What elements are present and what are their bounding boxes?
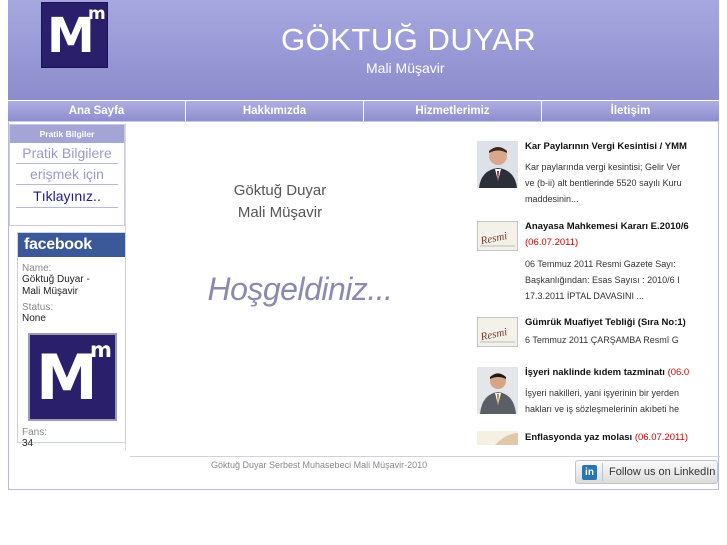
linkedin-separator: [602, 463, 603, 481]
site-header: M m GÖKTUĞ DUYAR Mali Müşavir: [8, 0, 719, 100]
news-title-text[interactable]: Kar Paylarının Vergi Kesintisi / YMM: [525, 141, 687, 152]
main-content: Göktuğ Duyar Mali Müşavir Hoşgeldiniz...: [130, 123, 470, 450]
facebook-heading[interactable]: facebook: [18, 233, 125, 257]
fb-name-line-2[interactable]: Mali Müşavir: [18, 286, 125, 298]
resmi-gazete-icon: Resmi: [477, 317, 518, 347]
fb-page-logo[interactable]: M m: [28, 333, 117, 421]
left-sidebar: Pratik Bilgiler Pratik Bilgilere erişmek…: [8, 123, 126, 450]
news-date-text: (06.0: [667, 367, 690, 378]
fb-status-label: Status:: [22, 302, 54, 313]
fb-name-line-1[interactable]: Göktuğ Duyar -: [18, 274, 125, 286]
news-body-line: hakları ve iş sözleşmelerinin akıbeti he: [525, 404, 680, 414]
news-body-line: maddesinin...: [525, 194, 579, 204]
news-list: Kar Paylarının Vergi Kesintisi / YMM Kar…: [475, 123, 697, 445]
news-title[interactable]: Anayasa Mahkemesi Kararı E.2010/6: [525, 221, 689, 232]
linkedin-label: Follow us on LinkedIn: [609, 466, 716, 478]
linkedin-icon: in: [582, 465, 597, 480]
news-body-line: Kar paylarında vergi kesintisi; Gelir Ve…: [525, 162, 681, 172]
linkedin-follow-button[interactable]: in Follow us on LinkedIn: [575, 460, 718, 484]
news-body-line: 17.3.2011 İPTAL DAVASINI ...: [525, 291, 645, 301]
news-title[interactable]: İşyeri naklinde kıdem tazminatı (06.0: [525, 367, 689, 378]
news-title[interactable]: Gümrük Muafiyet Tebliği (Sıra No:1): [525, 317, 686, 328]
fb-logo-letter-big: M: [36, 341, 98, 414]
news-title-text[interactable]: Anayasa Mahkemesi Kararı E.2010/6: [525, 221, 689, 232]
news-body-line: Başkanlığından: Esas Sayısı : 2010/6 I: [525, 275, 680, 285]
news-body: İşyeri nakilleri, yani işyerinin bir yer…: [525, 385, 697, 417]
welcome-text: Hoşgeldiniz...: [207, 271, 393, 307]
news-date: (06.07.2011): [525, 237, 578, 248]
news-title-text[interactable]: İşyeri naklinde kıdem tazminatı: [525, 367, 665, 378]
logo-letter-small: m: [88, 4, 106, 24]
fb-name-label: Name:: [22, 263, 52, 274]
facebook-widget: facebook Name: Göktuğ Duyar - Mali Müşav…: [17, 232, 126, 449]
resmi-gazete-icon: Resmi: [477, 221, 518, 251]
site-subtitle: Mali Müşavir: [366, 60, 445, 76]
fb-fans-label: Fans:: [22, 427, 48, 438]
main-nav: Ana Sayfa Hakkımızda Hizmetlerimiz İleti…: [8, 100, 719, 122]
news-body: Kar paylarında vergi kesintisi; Gelir Ve…: [525, 159, 697, 207]
news-body-line: ve (b-ii) alt bentlerinde 5520 sayılı Ku…: [525, 178, 682, 188]
chart-thumb-icon: [477, 431, 518, 445]
news-title-text[interactable]: Gümrük Muafiyet Tebliği (Sıra No:1): [525, 317, 686, 328]
news-title[interactable]: Kar Paylarının Vergi Kesintisi / YMM: [525, 141, 687, 152]
pratik-link[interactable]: Tıklayınız..: [16, 185, 118, 208]
news-date-text: (06.07.2011): [525, 237, 579, 248]
site-logo[interactable]: M m: [41, 2, 108, 68]
pratik-bilgiler-heading: Pratik Bilgiler: [10, 125, 124, 143]
footer-copyright: Göktuğ Duyar Serbest Muhasebeci Mali Müş…: [211, 460, 428, 470]
nav-item-iletisim[interactable]: İletişim: [542, 101, 719, 121]
center-name-line-1: Göktuğ Duyar: [233, 182, 327, 199]
center-name-line-2: Mali Müşavir: [237, 204, 323, 221]
news-body-line: 6 Temmuz 2011 ÇARŞAMBA Resmî G: [525, 335, 679, 345]
fb-logo-letter-small: m: [90, 338, 112, 362]
center-name: Göktuğ Duyar Mali Müşavir: [130, 180, 430, 224]
news-date-text: (06.07.2011): [634, 432, 688, 443]
pratik-line-2: erişmek için: [16, 164, 118, 185]
news-body-line: 06 Temmuz 2011 Resmi Gazete Sayı:: [525, 259, 676, 269]
news-body: 06 Temmuz 2011 Resmi Gazete Sayı: Başkan…: [525, 256, 697, 304]
pratik-bilgiler-box: Pratik Bilgiler Pratik Bilgilere erişmek…: [9, 124, 125, 226]
news-title-text[interactable]: Enflasyonda yaz molası: [525, 432, 632, 443]
news-body-line: İşyeri nakilleri, yani işyerinin bir yer…: [525, 388, 680, 398]
fb-status-value: None: [22, 313, 46, 324]
news-body: 6 Temmuz 2011 ÇARŞAMBA Resmî G: [525, 332, 697, 348]
fb-fans-value: 34: [22, 438, 34, 449]
pratik-line-1: Pratik Bilgilere: [16, 143, 118, 164]
nav-item-hizmetlerimiz[interactable]: Hizmetlerimiz: [364, 101, 542, 121]
nav-item-hakkimizda[interactable]: Hakkımızda: [186, 101, 364, 121]
person-photo-icon: [477, 141, 518, 188]
site-title: GÖKTUĞ DUYAR: [281, 22, 537, 57]
news-title[interactable]: Enflasyonda yaz molası (06.07.2011): [525, 432, 688, 443]
person-photo-icon: [477, 367, 518, 414]
footer-divider: [130, 456, 720, 457]
nav-item-ana-sayfa[interactable]: Ana Sayfa: [8, 101, 186, 121]
